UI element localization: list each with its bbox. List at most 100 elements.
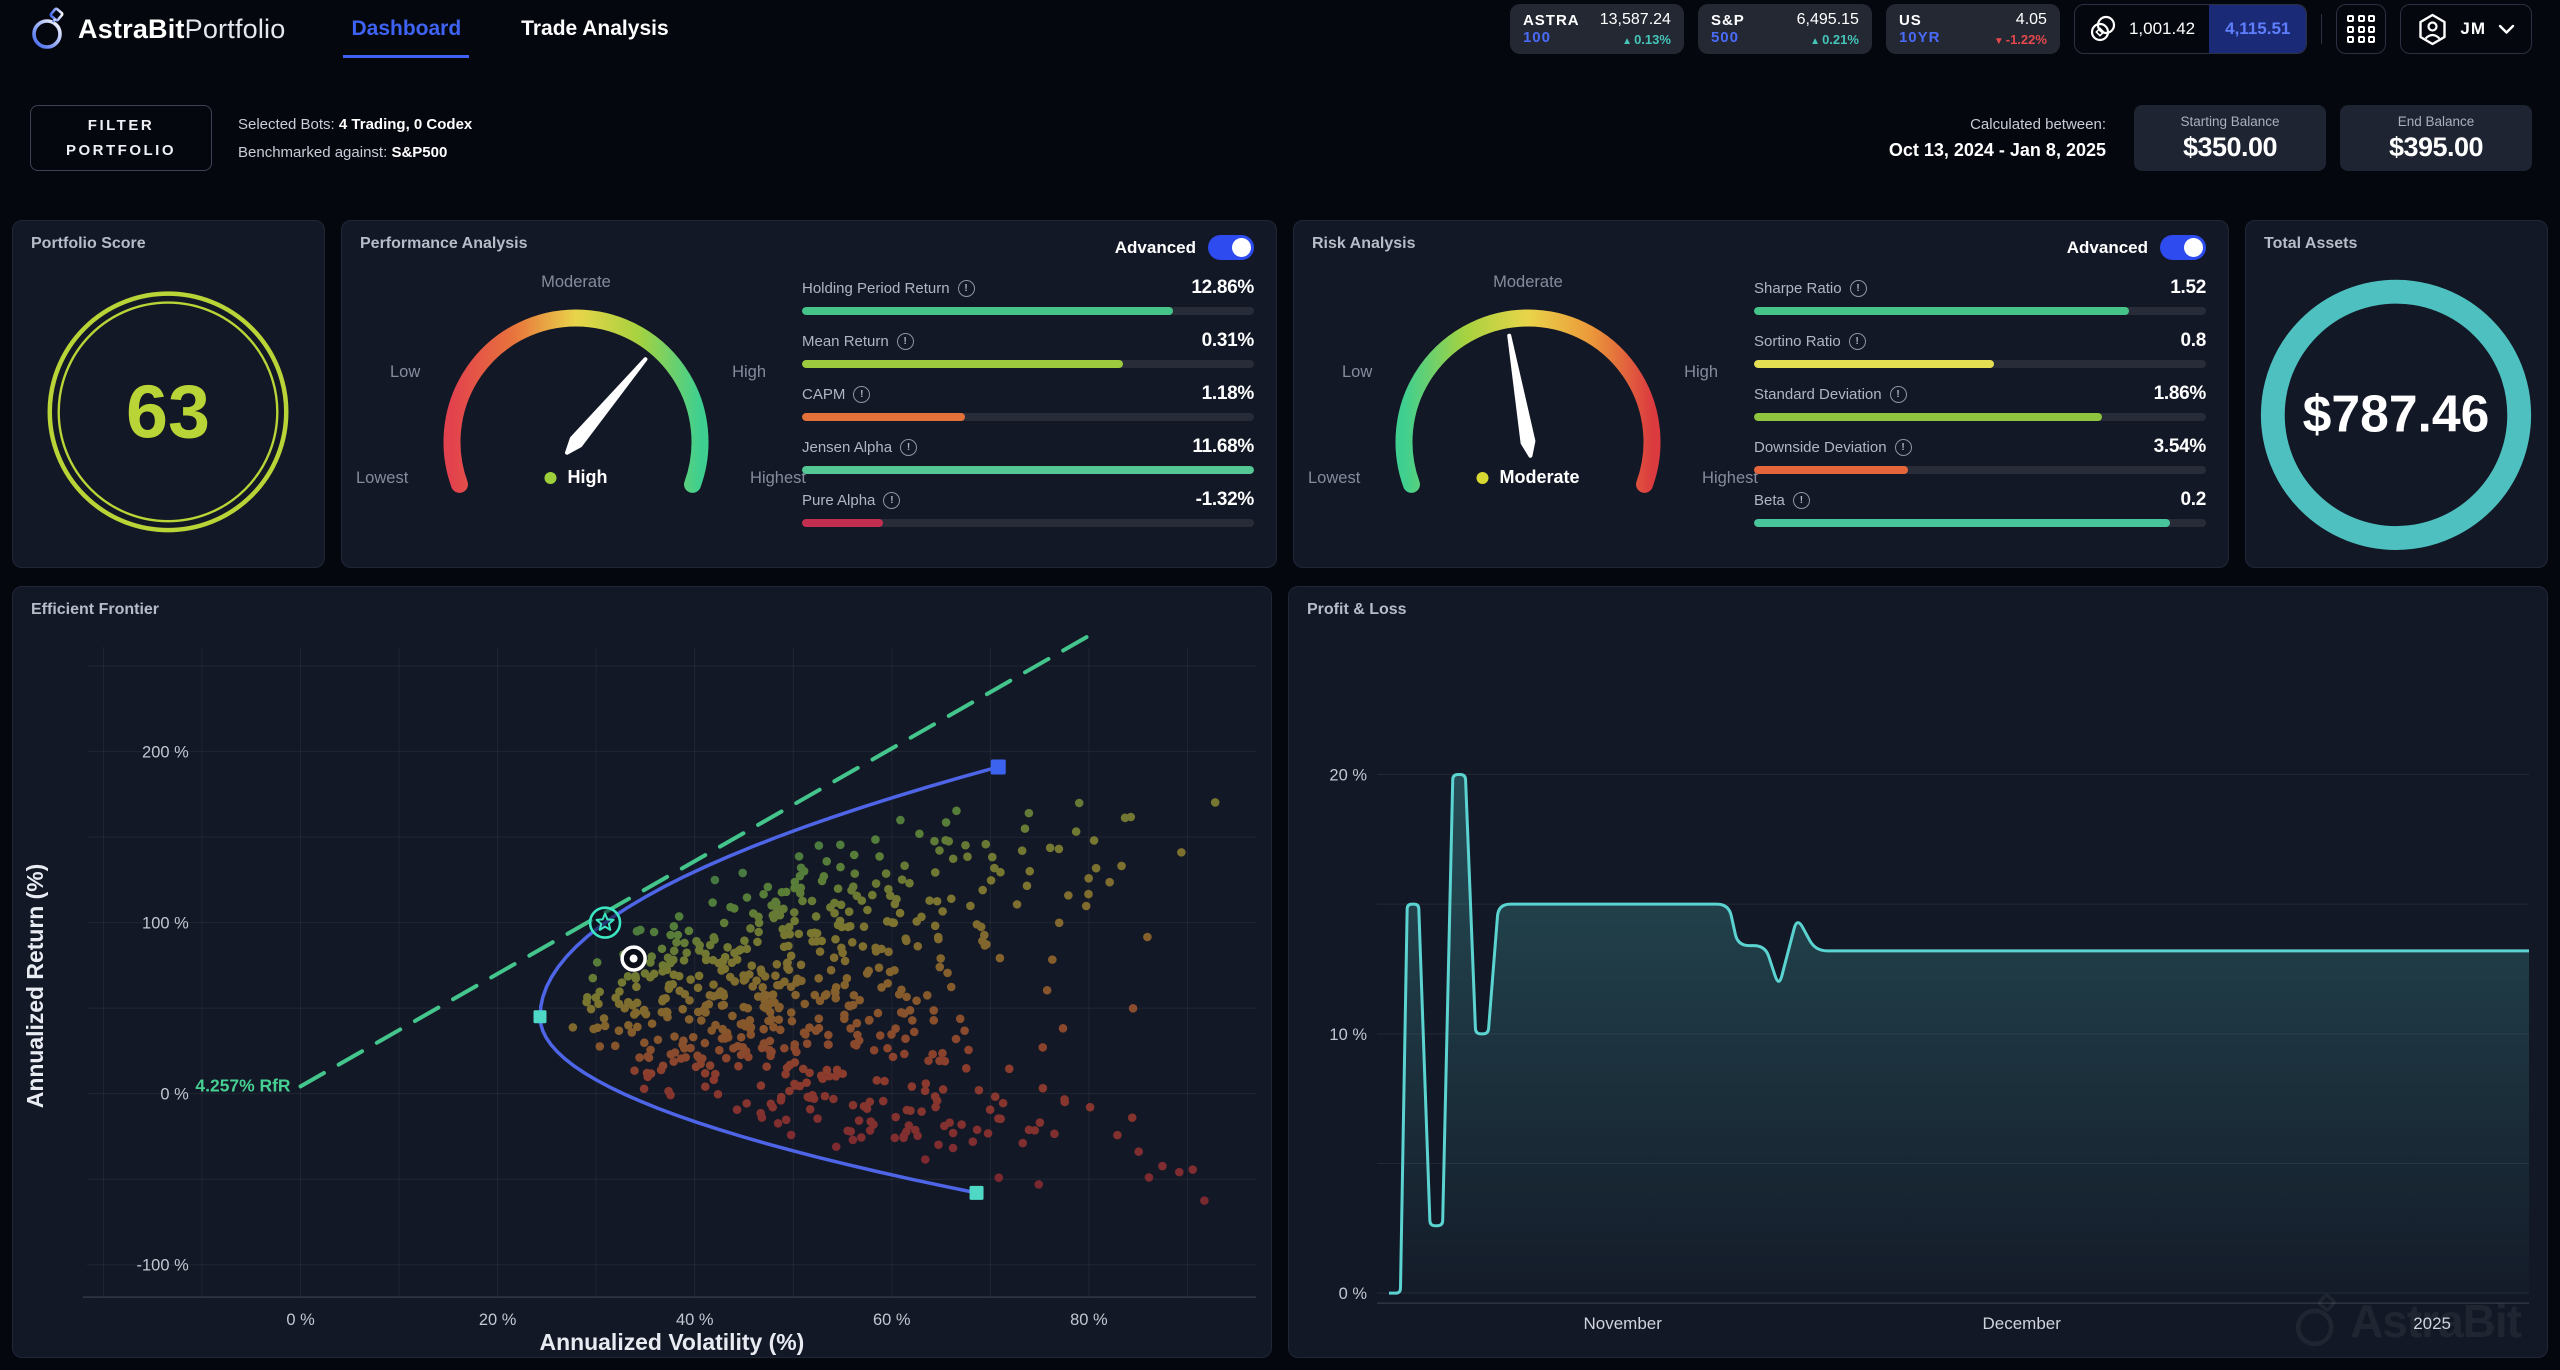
filter-portfolio-button[interactable]: FILTER PORTFOLIO <box>30 105 212 171</box>
efficient-frontier-chart[interactable]: 200 %100 %0 %-100 %0 %20 %40 %60 %80 %An… <box>13 587 1271 1357</box>
metric-header: Sharpe Ratio! 1.52 <box>1754 277 2206 299</box>
benchmark-label: Benchmarked against: <box>238 144 387 161</box>
metric-header: Sortino Ratio!0.8 <box>1754 330 2206 352</box>
ticker-change-value: -1.22% <box>2006 32 2047 47</box>
metric-row: Standard Deviation!1.86% <box>1754 383 2206 421</box>
gauge-label-lowest: Lowest <box>1308 469 1360 488</box>
wallet-secondary[interactable]: 4,115.51 <box>2209 5 2306 53</box>
performance-metrics: Holding Period Return!12.86% Mean Return!… <box>802 277 1254 527</box>
info-icon[interactable]: ! <box>958 280 975 297</box>
metric-value: 1.86% <box>2154 383 2206 405</box>
ticker-sp: S&P5006,495.15▲0.21% <box>1698 4 1872 54</box>
info-icon[interactable]: ! <box>1850 280 1867 297</box>
svg-text:0 %: 0 % <box>286 1311 315 1329</box>
metric-value: 1.52 <box>2170 277 2206 299</box>
gauge-label-highest: Highest <box>750 469 806 488</box>
performance-gauge-svg <box>356 257 796 547</box>
ticker-change: ▼-1.22% <box>1994 32 2047 47</box>
calculated-label: Calculated between: <box>1889 116 2106 133</box>
metric-bar-fill <box>1754 307 2129 315</box>
svg-text:0 %: 0 % <box>160 1086 189 1104</box>
brand-light: Portfolio <box>185 14 286 44</box>
performance-status: High <box>568 467 608 488</box>
info-icon[interactable]: ! <box>853 386 870 403</box>
metric-row: Holding Period Return!12.86% <box>802 277 1254 315</box>
performance-advanced-toggle[interactable] <box>1208 235 1254 260</box>
metric-bar-fill <box>1754 466 1908 474</box>
metric-header: Mean Return!0.31% <box>802 330 1254 352</box>
svg-text:-100 %: -100 % <box>137 1257 190 1275</box>
risk-advanced-toggle[interactable] <box>2160 235 2206 260</box>
svg-text:4.257% RfR: 4.257% RfR <box>195 1075 291 1095</box>
svg-text:20 %: 20 % <box>479 1311 517 1329</box>
efficient-frontier-title: Efficient Frontier <box>31 601 159 619</box>
starting-balance-label: Starting Balance <box>2180 114 2279 129</box>
risk-gauge-legend: Moderate <box>1476 467 1579 488</box>
user-initials: JM <box>2460 19 2486 39</box>
svg-text:60 %: 60 % <box>873 1311 911 1329</box>
ticker-symbol: S&P500 <box>1711 12 1745 46</box>
user-menu[interactable]: JM <box>2400 4 2532 54</box>
watermark-text: AstraBit <box>2350 1294 2521 1348</box>
ticker-value: 4.05 <box>1994 11 2047 29</box>
metric-bar-track <box>1754 360 2206 368</box>
nav-item-dashboard[interactable]: Dashboard <box>351 0 461 58</box>
up-triangle-icon: ▲ <box>1810 36 1820 47</box>
metric-bar-fill <box>802 360 1123 368</box>
metric-row: Sortino Ratio!0.8 <box>1754 330 2206 368</box>
nav-item-trade-analysis[interactable]: Trade Analysis <box>521 0 668 58</box>
total-assets-card: Total Assets $787.46 <box>2245 220 2548 568</box>
info-icon[interactable]: ! <box>1849 333 1866 350</box>
metric-header: Jensen Alpha!11.68% <box>802 436 1254 458</box>
performance-title: Performance Analysis <box>360 235 527 253</box>
metric-bar-track <box>802 360 1254 368</box>
risk-status-dot <box>1476 472 1488 484</box>
gauge-label-high: High <box>732 363 766 382</box>
gauge-label-high: High <box>1684 363 1718 382</box>
gauge-label-low: Low <box>390 363 420 382</box>
svg-text:Annualized Volatility (%): Annualized Volatility (%) <box>540 1329 805 1355</box>
metric-bar-fill <box>1754 360 1994 368</box>
metric-value: -1.32% <box>1196 489 1254 511</box>
selected-bots-value: 4 Trading, 0 Codex <box>339 116 472 133</box>
performance-gauge: Lowest Low Moderate High Highest High <box>356 257 796 547</box>
wallet-widget[interactable]: 1,001.42 4,115.51 <box>2074 4 2307 54</box>
info-icon[interactable]: ! <box>883 492 900 509</box>
min-variance-marker <box>534 1010 547 1023</box>
info-icon[interactable]: ! <box>897 333 914 350</box>
svg-text:80 %: 80 % <box>1070 1311 1108 1329</box>
risk-gauge-svg <box>1308 257 1748 547</box>
ticker-symbol-line1: US <box>1899 12 1941 29</box>
info-icon[interactable]: ! <box>1793 492 1810 509</box>
brand: AstraBitPortfolio <box>28 7 285 51</box>
metric-label: CAPM <box>802 386 845 403</box>
metric-label: Pure Alpha <box>802 492 875 509</box>
metric-label: Mean Return <box>802 333 889 350</box>
gauge-label-lowest: Lowest <box>356 469 408 488</box>
apps-grid-button[interactable] <box>2336 4 2386 54</box>
chevron-down-icon <box>2498 24 2515 35</box>
ticker-astra: ASTRA10013,587.24▲0.13% <box>1510 4 1684 54</box>
svg-text:November: November <box>1584 1314 1663 1333</box>
total-assets-ring: $787.46 <box>2246 221 2547 567</box>
total-assets-title: Total Assets <box>2264 235 2357 253</box>
metric-row: Jensen Alpha!11.68% <box>802 436 1254 474</box>
top-bar: AstraBitPortfolio Dashboard Trade Analysi… <box>0 0 2560 58</box>
metric-bar-track <box>802 466 1254 474</box>
info-icon[interactable]: ! <box>900 439 917 456</box>
end-balance-value: $395.00 <box>2389 132 2483 163</box>
filter-button-line1: FILTER <box>88 117 154 134</box>
info-icon[interactable]: ! <box>1890 386 1907 403</box>
ticker-us: US10YR 4.05 ▼-1.22% <box>1886 4 2060 54</box>
ticker-symbol: US10YR <box>1899 12 1941 46</box>
svg-text:Annualized Return (%): Annualized Return (%) <box>22 864 48 1109</box>
ticker-change-value: 0.21% <box>1822 32 1859 47</box>
profit-loss-chart[interactable]: 20 %10 %0 %NovemberDecember2025 <box>1289 587 2547 1357</box>
metric-header: Downside Deviation!3.54% <box>1754 436 2206 458</box>
metric-value: 1.18% <box>1202 383 1254 405</box>
portfolio-score-title: Portfolio Score <box>31 235 146 253</box>
ticker-values: 4.05 ▼-1.22% <box>1994 11 2047 47</box>
risk-title: Risk Analysis <box>1312 235 1415 253</box>
info-icon[interactable]: ! <box>1895 439 1912 456</box>
metric-label: Sharpe Ratio <box>1754 280 1842 297</box>
